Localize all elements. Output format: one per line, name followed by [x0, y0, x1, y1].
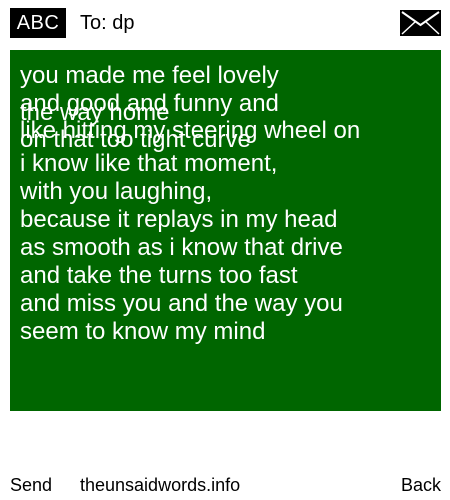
send-softkey[interactable]: Send [10, 474, 52, 496]
site-label: theunsaidwords.info [80, 475, 241, 495]
message-line: and take the turns too fast [20, 262, 298, 289]
softkey-bar: Send theunsaidwords.info Back [0, 470, 450, 498]
message-line: because it replays in my head [20, 206, 338, 233]
envelope-icon [400, 10, 441, 36]
message-line: you made me feel lovely [20, 62, 279, 89]
compose-header: ABC To: dp [0, 0, 450, 48]
message-body[interactable]: you made me feel lovely and good and fun… [10, 50, 441, 411]
recipient-field[interactable]: To: dp [80, 11, 134, 35]
back-softkey[interactable]: Back [401, 474, 441, 496]
message-line: and miss you and the way you [20, 290, 343, 317]
message-line: seem to know my mind [20, 318, 266, 345]
sms-compose-screen: ABC To: dp you made me feel lovely and g… [0, 0, 450, 500]
input-mode-indicator: ABC [10, 8, 66, 38]
message-line: with you laughing, [20, 178, 213, 205]
message-line: as smooth as i know that drive [20, 234, 343, 261]
message-line: i know like that moment, [20, 150, 278, 177]
